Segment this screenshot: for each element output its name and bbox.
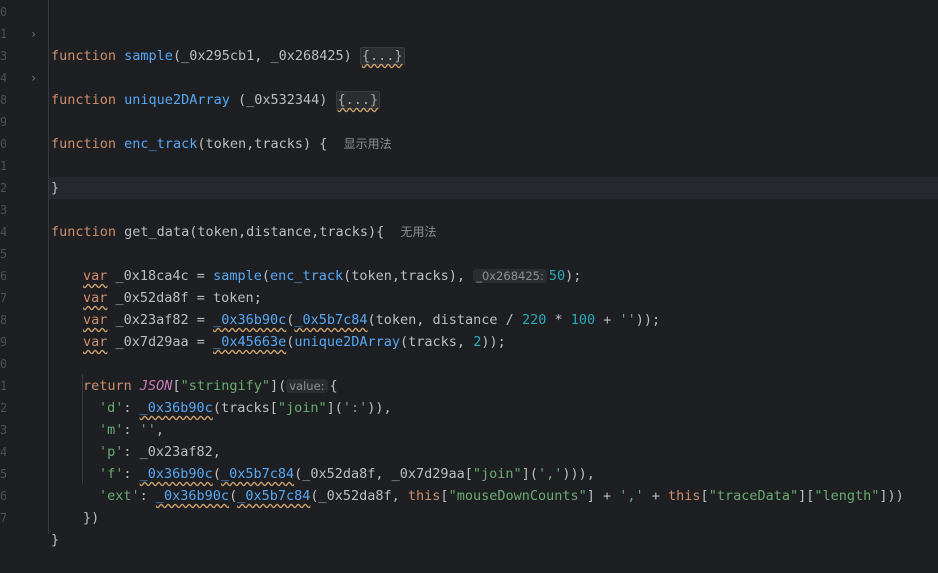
collapsed-region[interactable]: {...}	[359, 47, 405, 65]
code-line: })	[83, 510, 100, 526]
code-line: 'ext': _0x36b90c(_0x5b7c84(_0x52da8f, th…	[99, 488, 904, 504]
line-number: 3	[0, 49, 6, 63]
line-number: 2	[0, 401, 6, 415]
code-line: function unique2DArray (_0x532344) {...}	[51, 91, 381, 109]
code-line: var _0x23af82 = _0x36b90c(_0x5b7c84(toke…	[83, 312, 661, 328]
line-number: 3	[0, 423, 6, 437]
code-line: 'd': _0x36b90c(tracks["join"](':')),	[99, 400, 392, 416]
code-line: 'p': _0x23af82,	[99, 444, 221, 460]
code-line: 'f': _0x36b90c(_0x5b7c84(_0x52da8f, _0x7…	[99, 466, 595, 482]
code-editor[interactable]: function sample(_0x295cb1, _0x268425) {.…	[49, 0, 938, 548]
code-line: var _0x7d29aa = _0x45663e(unique2DArray(…	[83, 334, 506, 350]
usage-hint[interactable]: 显示用法	[344, 137, 392, 151]
line-number: 3	[0, 203, 6, 217]
line-number: 1	[0, 159, 6, 173]
line-number: 4	[0, 71, 6, 85]
line-number: 1	[0, 379, 6, 393]
expand-fold-icon[interactable]: ›	[30, 67, 37, 89]
line-number: 1	[0, 27, 6, 41]
code-line: }	[51, 180, 60, 196]
code-line: function get_data(token,distance,tracks)…	[51, 224, 437, 240]
line-number: 4	[0, 445, 6, 459]
code-line: var _0x18ca4c = sample(enc_track(token,t…	[83, 268, 582, 284]
line-number: 8	[0, 93, 6, 107]
usage-hint[interactable]: 无用法	[401, 225, 437, 239]
line-number: 8	[0, 313, 6, 327]
code-line: function enc_track(token,tracks) { 显示用法	[51, 136, 392, 152]
line-number: 7	[0, 511, 6, 525]
collapsed-region[interactable]: {...}	[335, 91, 381, 109]
line-number: 6	[0, 489, 6, 503]
line-number: 7	[0, 291, 6, 305]
line-number: 9	[0, 335, 6, 349]
current-line-highlight	[49, 177, 938, 199]
line-number: 4	[0, 225, 6, 239]
line-number: 0	[0, 137, 6, 151]
code-line: function sample(_0x295cb1, _0x268425) {.…	[51, 47, 405, 65]
code-line: 'm': '',	[99, 422, 165, 438]
code-line: return JSON["stringify"](value:{	[83, 378, 338, 394]
expand-fold-icon[interactable]: ›	[30, 23, 37, 45]
line-number: 5	[0, 467, 6, 481]
line-number: 9	[0, 115, 6, 129]
line-number: 2	[0, 181, 6, 195]
line-number: 6	[0, 269, 6, 283]
line-number: 0	[0, 5, 6, 19]
code-line: var _0x52da8f = token;	[83, 290, 262, 306]
line-number-gutter: 0 1 3 4 8 9 0 1 2 3 4 5 6 7 8 9 0 1 2 3 …	[0, 0, 49, 534]
line-number: 0	[0, 357, 6, 371]
line-number: 5	[0, 247, 6, 261]
code-line: }	[51, 532, 60, 548]
